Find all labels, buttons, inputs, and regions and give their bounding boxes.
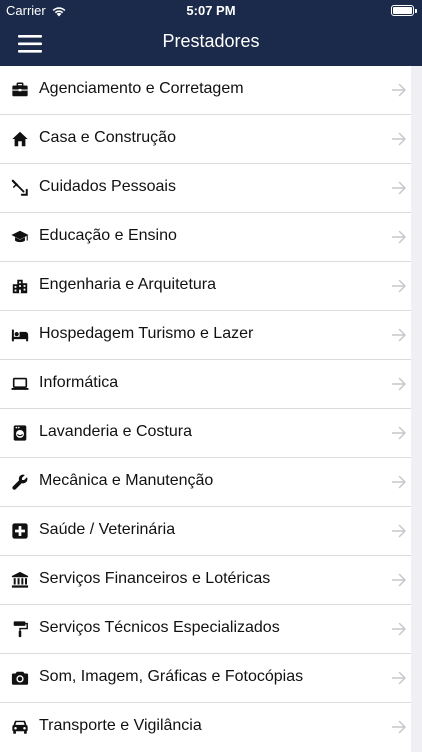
list-item-hospedagem[interactable]: Hospedagem Turismo e Lazer — [0, 311, 411, 360]
list-item-som-imagem[interactable]: Som, Imagem, Gráficas e Fotocópias — [0, 654, 411, 703]
page-title: Prestadores — [162, 31, 260, 51]
navigation-bar: Prestadores — [0, 22, 422, 66]
list-item-informatica[interactable]: Informática — [0, 360, 411, 409]
bank-icon — [11, 571, 29, 588]
arrow-right-icon — [391, 132, 406, 146]
list-item-engenharia-arquitetura[interactable]: Engenharia e Arquitetura — [0, 262, 411, 311]
battery-icon — [391, 5, 417, 16]
list-item-servicos-financeiros[interactable]: Serviços Financeiros e Lotéricas — [0, 556, 411, 605]
list-item-saude-veterinaria[interactable]: Saúde / Veterinária — [0, 507, 411, 556]
arrow-right-icon — [391, 181, 406, 195]
camera-icon — [11, 671, 29, 685]
arrow-right-icon — [391, 622, 406, 636]
menu-button[interactable] — [18, 33, 44, 55]
status-time: 5:07 PM — [186, 3, 236, 18]
arrow-right-icon — [391, 230, 406, 244]
arrow-right-icon — [391, 573, 406, 587]
list-item-cuidados-pessoais[interactable]: Cuidados Pessoais — [0, 164, 411, 213]
arrow-right-icon — [391, 83, 406, 97]
list-item-educacao-ensino[interactable]: Educação e Ensino — [0, 213, 411, 262]
list-item-label: Transporte e Vigilância — [39, 717, 202, 734]
list-item-lavanderia[interactable]: Lavanderia e Costura — [0, 409, 411, 458]
washing-machine-icon — [13, 425, 27, 441]
home-icon — [12, 131, 28, 147]
arrow-right-icon — [391, 524, 406, 538]
list-item-mecanica[interactable]: Mecânica e Manutenção — [0, 458, 411, 507]
arrow-right-icon — [391, 279, 406, 293]
wrench-icon — [12, 474, 28, 490]
arrow-right-icon — [391, 475, 406, 489]
list-item-label: Agenciamento e Corretagem — [39, 80, 244, 97]
list-item-agenciamento[interactable]: Agenciamento e Corretagem — [0, 66, 411, 115]
list-item-label: Engenharia e Arquitetura — [39, 276, 217, 293]
list-item-label: Lavanderia e Costura — [39, 423, 192, 440]
arrow-right-icon — [391, 671, 406, 685]
list-item-label: Informática — [39, 374, 119, 391]
list-item-label: Mecânica e Manutenção — [39, 472, 214, 489]
list-item-label: Serviços Técnicos Especializados — [39, 619, 280, 636]
laptop-icon — [11, 377, 29, 390]
car-icon — [12, 720, 28, 734]
list-item-label: Saúde / Veterinária — [39, 521, 176, 538]
category-list: Agenciamento e Corretagem Casa e Constru… — [0, 66, 411, 752]
list-item-label: Educação e Ensino — [39, 227, 177, 244]
battery-level — [393, 7, 412, 14]
bed-icon — [11, 329, 29, 342]
status-bar: Carrier 5:07 PM — [0, 0, 422, 22]
list-item-label: Cuidados Pessoais — [39, 178, 176, 195]
paint-roller-icon — [13, 621, 28, 638]
list-item-label: Hospedagem Turismo e Lazer — [39, 325, 254, 342]
list-item-label: Serviços Financeiros e Lotéricas — [39, 570, 271, 587]
list-item-label: Som, Imagem, Gráficas e Fotocópias — [39, 668, 304, 685]
arrow-right-icon — [391, 426, 406, 440]
personal-care-icon — [11, 179, 28, 196]
briefcase-icon — [12, 82, 28, 97]
building-icon — [12, 279, 28, 294]
list-item-servicos-tecnicos[interactable]: Serviços Técnicos Especializados — [0, 605, 411, 654]
hamburger-menu-icon — [18, 35, 42, 53]
list-item-casa-construcao[interactable]: Casa e Construção — [0, 115, 411, 164]
graduation-cap-icon — [11, 230, 29, 243]
arrow-right-icon — [391, 328, 406, 342]
arrow-right-icon — [391, 377, 406, 391]
list-item-label: Casa e Construção — [39, 129, 176, 146]
arrow-right-icon — [391, 720, 406, 734]
medical-cross-icon — [12, 523, 28, 539]
list-item-transporte[interactable]: Transporte e Vigilância — [0, 703, 411, 752]
